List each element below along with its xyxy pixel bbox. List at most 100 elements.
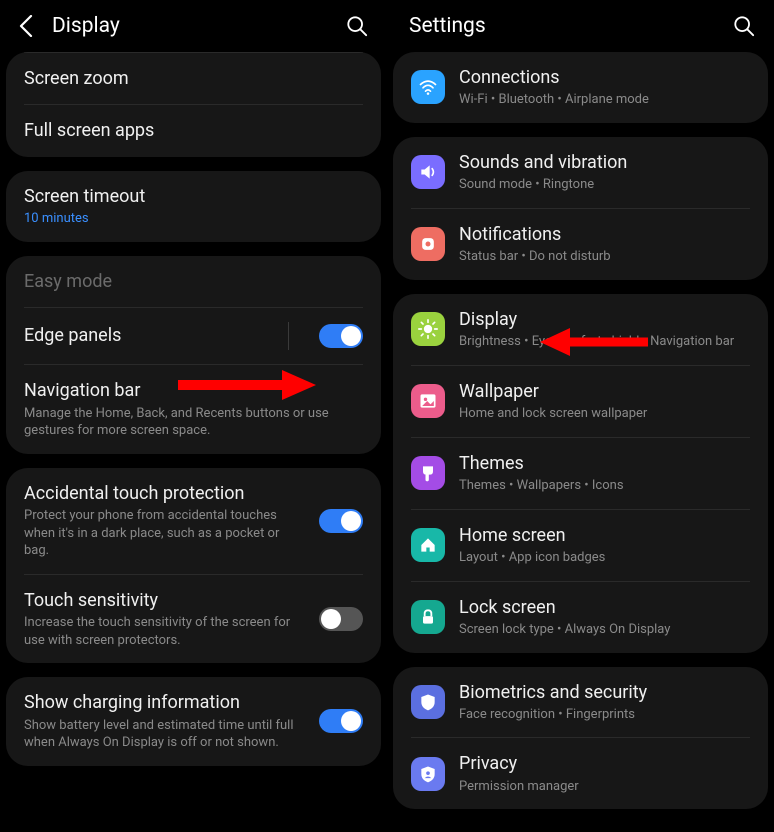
row-body: Privacy Permission manager (459, 752, 750, 795)
row-subtitle: Permission manager (459, 778, 750, 796)
row-body: Touch sensitivityIncrease the touch sens… (24, 589, 303, 649)
row-body: Home screen Layout • App icon badges (459, 524, 750, 567)
row-subtitle: Layout • App icon badges (459, 549, 750, 567)
settings-row[interactable]: Touch sensitivityIncrease the touch sens… (6, 575, 381, 663)
row-body: Accidental touch protectionProtect your … (24, 482, 303, 560)
row-subtitle: Wi-Fi • Bluetooth • Airplane mode (459, 91, 750, 109)
row-body: Edge panels (24, 324, 288, 347)
settings-row[interactable]: Full screen apps (6, 105, 381, 156)
settings-row[interactable]: Themes Themes • Wallpapers • Icons (393, 438, 768, 509)
search-icon[interactable] (345, 14, 369, 38)
row-title: Privacy (459, 752, 750, 775)
row-subtitle: Increase the touch sensitivity of the sc… (24, 614, 303, 649)
settings-card: Accidental touch protectionProtect your … (6, 468, 381, 664)
right-phone: Settings Connections Wi-Fi • Bluetooth • … (387, 0, 774, 832)
row-subtitle: Brightness • Eye comfort shield • Naviga… (459, 333, 750, 351)
sound-icon (411, 155, 445, 189)
right-content: Connections Wi-Fi • Bluetooth • Airplane … (387, 52, 774, 832)
row-title: Show charging information (24, 691, 303, 714)
row-title: Screen timeout (24, 185, 363, 208)
settings-card: Display Brightness • Eye comfort shield •… (393, 294, 768, 653)
row-subtitle: Home and lock screen wallpaper (459, 405, 750, 423)
settings-row[interactable]: Home screen Layout • App icon badges (393, 510, 768, 581)
settings-row[interactable]: Privacy Permission manager (393, 738, 768, 809)
toggle[interactable] (319, 509, 363, 533)
row-title: Wallpaper (459, 380, 750, 403)
page-title: Settings (409, 14, 732, 38)
row-title: Notifications (459, 223, 750, 246)
shield-icon (411, 685, 445, 719)
row-subtitle: Themes • Wallpapers • Icons (459, 477, 750, 495)
row-body: Themes Themes • Wallpapers • Icons (459, 452, 750, 495)
toggle[interactable] (319, 324, 363, 348)
shield2-icon (411, 757, 445, 791)
row-title: Full screen apps (24, 119, 363, 142)
toggle[interactable] (319, 709, 363, 733)
back-icon[interactable] (14, 14, 38, 38)
settings-row[interactable]: Sounds and vibration Sound mode • Rington… (393, 137, 768, 208)
row-body: Screen zoom (24, 67, 363, 90)
settings-row[interactable]: Show charging information Show battery le… (6, 677, 381, 765)
toggle[interactable] (319, 607, 363, 631)
sun-icon (411, 312, 445, 346)
settings-card: Screen zoom Full screen apps (6, 52, 381, 157)
row-title: Display (459, 308, 750, 331)
row-body: Show charging information Show battery le… (24, 691, 303, 751)
row-body: Lock screen Screen lock type • Always On … (459, 596, 750, 639)
row-body: Biometrics and security Face recognition … (459, 681, 750, 724)
row-title: Navigation bar (24, 379, 363, 402)
row-body: Notifications Status bar • Do not disturb (459, 223, 750, 266)
settings-row[interactable]: Wallpaper Home and lock screen wallpaper (393, 366, 768, 437)
row-title: Lock screen (459, 596, 750, 619)
settings-row[interactable]: Edge panels (6, 308, 381, 364)
row-body: Connections Wi-Fi • Bluetooth • Airplane … (459, 66, 750, 109)
page-title: Display (52, 14, 345, 38)
row-subtitle: Manage the Home, Back, and Recents butto… (24, 405, 363, 440)
row-body: Wallpaper Home and lock screen wallpaper (459, 380, 750, 423)
settings-row[interactable]: Screen timeout 10 minutes (6, 171, 381, 242)
settings-row[interactable]: Lock screen Screen lock type • Always On … (393, 582, 768, 653)
divider-vertical (288, 322, 289, 350)
lock-icon (411, 600, 445, 634)
row-body: Navigation bar Manage the Home, Back, and… (24, 379, 363, 439)
row-title: Sounds and vibration (459, 151, 750, 174)
settings-card: Screen timeout 10 minutes (6, 171, 381, 242)
right-header: Settings (387, 0, 774, 52)
settings-row[interactable]: Biometrics and security Face recognition … (393, 667, 768, 738)
row-title: Home screen (459, 524, 750, 547)
row-subtitle: Face recognition • Fingerprints (459, 706, 750, 724)
left-content: Screen zoom Full screen apps Screen timeou… (0, 52, 387, 832)
row-body: Sounds and vibration Sound mode • Rington… (459, 151, 750, 194)
settings-row[interactable]: Easy mode (6, 256, 381, 307)
row-body: Screen timeout 10 minutes (24, 185, 363, 228)
bell-icon (411, 227, 445, 261)
row-title: Touch sensitivity (24, 589, 303, 612)
row-subtitle: Show battery level and estimated time un… (24, 717, 303, 752)
settings-card: Show charging information Show battery le… (6, 677, 381, 765)
row-title: Biometrics and security (459, 681, 750, 704)
search-icon[interactable] (732, 14, 756, 38)
row-title: Themes (459, 452, 750, 475)
settings-card: Sounds and vibration Sound mode • Rington… (393, 137, 768, 280)
row-subtitle: Sound mode • Ringtone (459, 176, 750, 194)
settings-row[interactable]: Accidental touch protectionProtect your … (6, 468, 381, 574)
settings-row[interactable]: Screen zoom (6, 53, 381, 104)
row-subtitle: Protect your phone from accidental touch… (24, 507, 303, 560)
wifi-icon (411, 70, 445, 104)
row-subtitle: 10 minutes (24, 210, 363, 228)
settings-card: Biometrics and security Face recognition … (393, 667, 768, 810)
row-title: Screen zoom (24, 67, 363, 90)
settings-card: Easy mode Edge panels Navigation bar Manage… (6, 256, 381, 454)
settings-row[interactable]: Connections Wi-Fi • Bluetooth • Airplane … (393, 52, 768, 123)
row-body: Display Brightness • Eye comfort shield •… (459, 308, 750, 351)
row-subtitle: Screen lock type • Always On Display (459, 621, 750, 639)
left-header: Display (0, 0, 387, 52)
image-icon (411, 384, 445, 418)
settings-row[interactable]: Navigation bar Manage the Home, Back, and… (6, 365, 381, 453)
settings-row[interactable]: Notifications Status bar • Do not disturb (393, 209, 768, 280)
brush-icon (411, 456, 445, 490)
row-title: Edge panels (24, 324, 288, 347)
row-title: Connections (459, 66, 750, 89)
settings-row[interactable]: Display Brightness • Eye comfort shield •… (393, 294, 768, 365)
row-subtitle: Status bar • Do not disturb (459, 248, 750, 266)
